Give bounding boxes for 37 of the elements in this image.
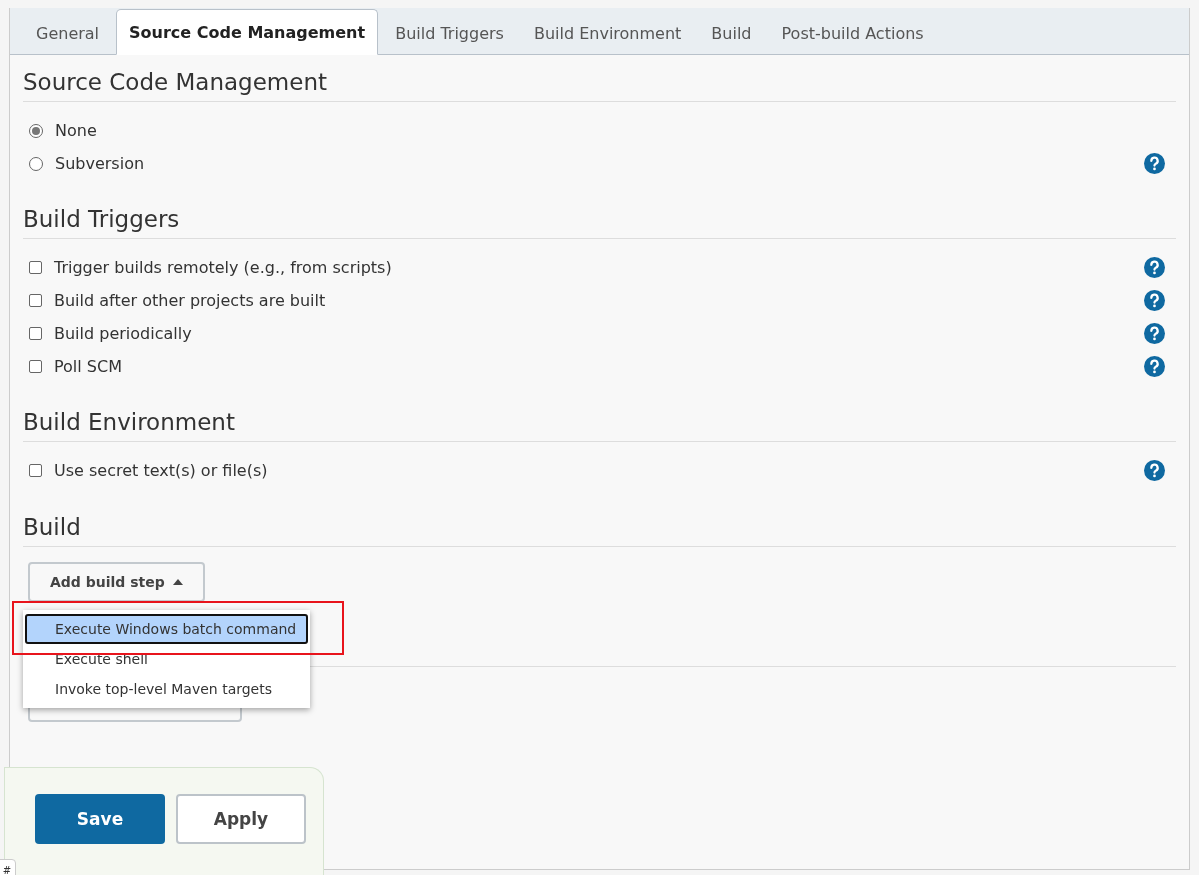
checkbox[interactable] xyxy=(29,360,42,373)
help-icon[interactable] xyxy=(1144,323,1165,344)
caret-icon xyxy=(172,579,183,585)
tab[interactable]: Source Code Management xyxy=(116,9,379,55)
section-heading: Build xyxy=(23,513,82,542)
tab[interactable]: General xyxy=(23,11,113,55)
option-label: Trigger builds remotely (e.g., from scripts) xyxy=(54,258,392,277)
tab[interactable]: Build Triggers xyxy=(382,11,517,55)
option-label: Subversion xyxy=(55,154,145,173)
option-label: None xyxy=(55,121,97,140)
tab[interactable]: Build xyxy=(698,11,765,55)
checkbox[interactable] xyxy=(29,294,42,307)
option-label: Build after other projects are built xyxy=(54,291,326,310)
help-icon[interactable] xyxy=(1144,460,1165,481)
section-heading: Source Code Management xyxy=(23,68,328,97)
tab[interactable]: Build Environment xyxy=(520,11,695,55)
radio-button[interactable] xyxy=(29,123,43,138)
checkbox[interactable] xyxy=(29,464,42,477)
apply-button[interactable]: Apply xyxy=(176,794,306,844)
tab[interactable]: Post-build Actions xyxy=(768,11,937,55)
section-heading: Build Triggers xyxy=(23,205,181,234)
help-icon[interactable] xyxy=(1144,153,1165,174)
checkbox[interactable] xyxy=(29,261,42,274)
radio-button[interactable] xyxy=(29,156,43,171)
save-button[interactable]: Save xyxy=(35,794,165,844)
checkbox[interactable] xyxy=(29,327,42,340)
option-label: Use secret text(s) or file(s) xyxy=(54,461,268,480)
help-icon[interactable] xyxy=(1144,356,1165,377)
corner-tab[interactable]: # xyxy=(0,859,16,875)
menu-item[interactable]: Invoke top-level Maven targets xyxy=(25,674,308,704)
menu-item[interactable]: Execute Windows batch command xyxy=(25,614,308,644)
option-label: Build periodically xyxy=(54,324,192,343)
section-heading: Build Environment xyxy=(23,408,236,437)
option-label: Poll SCM xyxy=(54,357,122,376)
help-icon[interactable] xyxy=(1144,290,1165,311)
help-icon[interactable] xyxy=(1144,257,1165,278)
add-build-step-button[interactable]: Add build step xyxy=(28,562,205,602)
